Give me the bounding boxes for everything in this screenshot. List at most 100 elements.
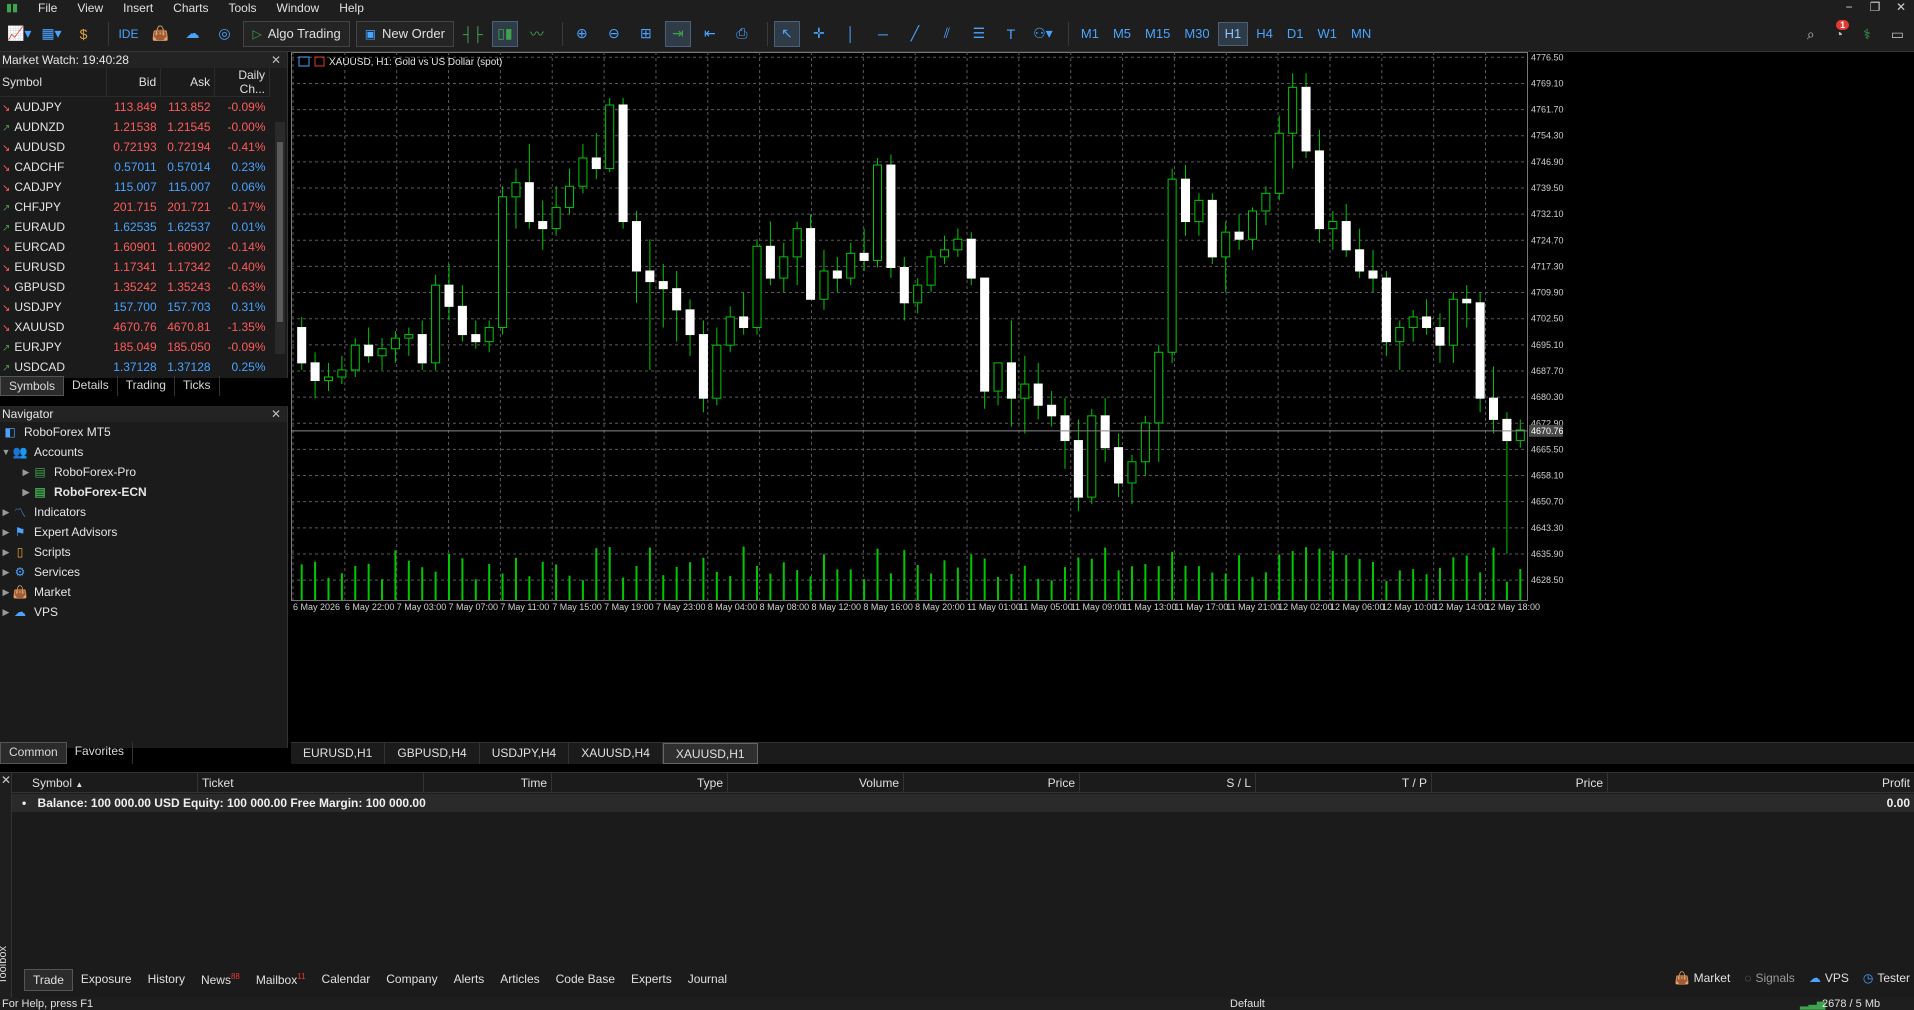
navigator-account-ecn[interactable]: ▶ ▤ RoboForex-ECN — [0, 482, 287, 502]
navigator-scripts[interactable]: ▶ ▯ Scripts — [0, 542, 287, 562]
menu-window[interactable]: Window — [267, 1, 330, 15]
timeframe-m5[interactable]: M5 — [1107, 22, 1137, 46]
menu-insert[interactable]: Insert — [113, 1, 163, 15]
close-icon[interactable]: ✕ — [1888, 0, 1914, 14]
menu-view[interactable]: View — [67, 1, 113, 15]
market-watch-row[interactable]: ↘ CADJPY 115.007 115.007 0.06% — [0, 177, 270, 197]
menu-help[interactable]: Help — [329, 1, 374, 15]
tab-vps[interactable]: ☁ VPS — [1809, 971, 1849, 985]
column-header-current-price[interactable]: Price — [1432, 773, 1608, 793]
chart-shift-icon[interactable]: ⇤ — [697, 21, 723, 47]
tab-journal[interactable]: Journal — [680, 969, 735, 991]
channel-icon[interactable]: ⫽ — [934, 21, 960, 47]
ide-button[interactable]: IDE — [115, 21, 141, 47]
tab-market[interactable]: 👜 Market — [1675, 971, 1731, 985]
navigator-expert-advisors[interactable]: ▶ ⚑ Expert Advisors — [0, 522, 287, 542]
restore-icon[interactable]: ❐ — [1862, 0, 1888, 14]
market-bag-icon[interactable]: 👜 — [147, 21, 173, 47]
timeframe-m30[interactable]: M30 — [1178, 22, 1215, 46]
menu-file[interactable]: File — [28, 1, 67, 15]
cloud-icon[interactable]: ☁ — [179, 21, 205, 47]
fibonacci-icon[interactable]: ☰ — [966, 21, 992, 47]
notifications-icon[interactable]: ◔ 1 — [1835, 20, 1850, 42]
market-watch-row[interactable]: ↘ USDJPY 157.700 157.703 0.31% — [0, 297, 270, 317]
cursor-icon[interactable]: ↖ — [773, 20, 800, 47]
tab-trade[interactable]: Trade — [24, 969, 73, 991]
candlestick-icon[interactable]: ▯▮ — [491, 20, 518, 47]
chart-tab-xauusd-h4[interactable]: XAUUSD,H4 — [569, 743, 663, 764]
close-icon[interactable]: ✕ — [0, 773, 11, 787]
tab-tester[interactable]: ◷ Tester — [1863, 971, 1910, 985]
chart-tab-xauusd-h1[interactable]: XAUUSD,H1 — [662, 743, 758, 764]
navigator-vps[interactable]: ▶ ☁ VPS — [0, 602, 287, 622]
market-watch-row[interactable]: ↘ CADCHF 0.57011 0.57014 0.23% — [0, 157, 270, 177]
layout-toggle-icon[interactable]: ▭ — [1891, 26, 1904, 43]
tile-windows-icon[interactable]: ⊞ — [633, 21, 659, 47]
market-watch-scrollbar[interactable] — [275, 122, 285, 354]
expand-icon[interactable]: ▶ — [0, 527, 12, 538]
column-header-symbol[interactable]: Symbol ▲ — [12, 773, 198, 793]
navigator-market[interactable]: ▶ 👜 Market — [0, 582, 287, 602]
column-header-price[interactable]: Price — [904, 773, 1080, 793]
screenshot-icon[interactable]: ⎙ — [729, 21, 755, 47]
navigator-accounts[interactable]: ▼ 👥 Accounts — [0, 442, 287, 462]
timeframe-m1[interactable]: M1 — [1075, 22, 1105, 46]
tab-calendar[interactable]: Calendar — [314, 969, 379, 991]
close-icon[interactable]: ✕ — [271, 52, 281, 68]
tab-signals[interactable]: ◌ Signals — [1744, 971, 1795, 985]
tab-ticks[interactable]: Ticks — [175, 376, 220, 396]
tab-history[interactable]: History — [140, 969, 193, 991]
tab-news[interactable]: News88 — [193, 969, 248, 991]
collapse-icon[interactable]: ▼ — [0, 447, 12, 457]
tab-code-base[interactable]: Code Base — [548, 969, 623, 991]
zoom-out-icon[interactable]: ⊖ — [601, 21, 627, 47]
chart-tab-usdjpy-h4[interactable]: USDJPY,H4 — [480, 743, 570, 764]
tab-details[interactable]: Details — [64, 376, 118, 396]
line-chart-icon[interactable]: 〰 — [524, 21, 550, 47]
expand-icon[interactable]: ▶ — [0, 607, 12, 618]
algo-trading-button[interactable]: ▷ Algo Trading — [243, 20, 350, 47]
bar-chart-icon[interactable]: ┤├ — [460, 21, 486, 47]
expand-icon[interactable]: ▶ — [0, 587, 12, 598]
candlestick-chart[interactable]: 4776.50 4769.10 4761.70 4754.30 4746.90 4739.… — [291, 52, 1914, 742]
market-watch-row[interactable]: ↗ AUDNZD 1.21538 1.21545 -0.00% — [0, 117, 270, 137]
chart-tab-eurusd-h1[interactable]: EURUSD,H1 — [291, 743, 386, 764]
timeframe-w1[interactable]: W1 — [1312, 22, 1344, 46]
timeframe-h4[interactable]: H4 — [1250, 22, 1279, 46]
menu-charts[interactable]: Charts — [163, 1, 218, 15]
column-header-time[interactable]: Time — [424, 773, 552, 793]
minimize-icon[interactable]: − — [1836, 0, 1862, 14]
market-watch-row[interactable]: ↘ AUDJPY 113.849 113.852 -0.09% — [0, 97, 270, 117]
market-watch-row[interactable]: ↗ CHFJPY 201.715 201.721 -0.17% — [0, 197, 270, 217]
market-watch-row[interactable]: ↗ EURAUD 1.62535 1.62537 0.01% — [0, 217, 270, 237]
market-watch-row[interactable]: ↘ GBPUSD 1.35242 1.35243 -0.63% — [0, 277, 270, 297]
tab-articles[interactable]: Articles — [492, 969, 547, 991]
market-watch-row[interactable]: ↘ AUDUSD 0.72193 0.72194 -0.41% — [0, 137, 270, 157]
tab-common[interactable]: Common — [0, 742, 67, 764]
market-watch-row[interactable]: ↗ USDCAD 1.37128 1.37128 0.25% — [0, 357, 270, 377]
tab-alerts[interactable]: Alerts — [446, 969, 493, 991]
crosshair-icon[interactable]: ✛ — [806, 21, 832, 47]
signal-strength-icon[interactable]: ⚕ — [1863, 26, 1871, 43]
navigator-account-pro[interactable]: ▶ ▤ RoboForex-Pro — [0, 462, 287, 482]
chart-type-icon[interactable]: 📈▾ — [6, 21, 32, 47]
market-watch-row[interactable]: ↘ EURUSD 1.17341 1.17342 -0.40% — [0, 257, 270, 277]
tab-symbols[interactable]: Symbols — [0, 376, 65, 396]
tab-company[interactable]: Company — [378, 969, 445, 991]
expand-icon[interactable]: ▶ — [0, 507, 12, 518]
search-icon[interactable]: ⌕ — [1807, 26, 1815, 43]
signals-icon[interactable]: ◎ — [211, 21, 237, 47]
dollar-icon[interactable]: $ — [70, 21, 96, 47]
tab-favorites[interactable]: Favorites — [67, 742, 134, 764]
close-icon[interactable]: ✕ — [271, 406, 281, 422]
timeframe-mn[interactable]: MN — [1345, 22, 1377, 46]
timeframe-d1[interactable]: D1 — [1281, 22, 1310, 46]
balance-row[interactable]: • Balance: 100 000.00 USD Equity: 100 00… — [12, 794, 1914, 812]
expand-icon[interactable]: ▶ — [20, 467, 32, 478]
column-header-ticket[interactable]: Ticket — [198, 773, 424, 793]
chart-templates-icon[interactable]: ▦▾ — [38, 21, 64, 47]
expand-icon[interactable]: ▶ — [0, 547, 12, 558]
column-header-volume[interactable]: Volume — [728, 773, 904, 793]
tab-mailbox[interactable]: Mailbox11 — [248, 969, 314, 991]
column-header-daily-change[interactable]: Daily Ch... — [214, 68, 270, 97]
